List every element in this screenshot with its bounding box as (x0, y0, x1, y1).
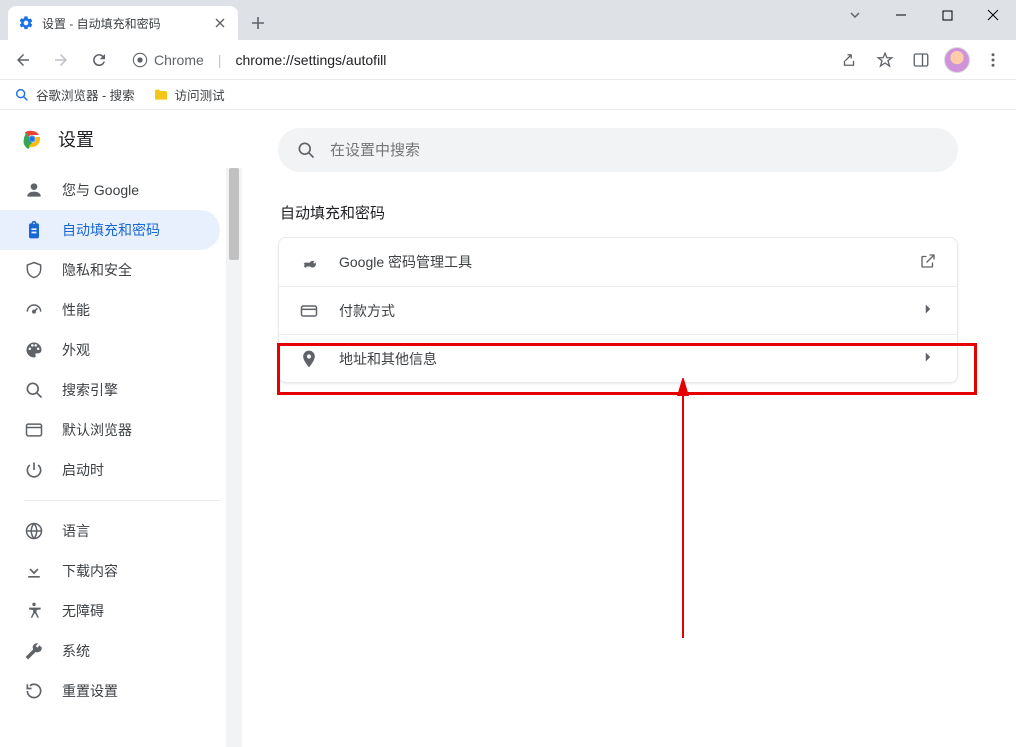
chrome-logo-icon (20, 127, 44, 151)
settings-search-input[interactable] (330, 142, 940, 159)
nav-item-privacy[interactable]: 隐私和安全 (0, 250, 220, 290)
settings-card: Google 密码管理工具付款方式地址和其他信息 (278, 237, 958, 383)
window-titlebar: 设置 - 自动填充和密码 (0, 0, 1016, 40)
settings-row-addresses[interactable]: 地址和其他信息 (279, 334, 957, 382)
row-label: 地址和其他信息 (339, 349, 899, 369)
palette-icon (24, 340, 44, 360)
maximize-button[interactable] (924, 0, 970, 30)
nav-separator (24, 500, 220, 501)
nav-label: 系统 (62, 641, 90, 661)
open-external-icon (919, 252, 937, 273)
chevron-right-icon (919, 348, 937, 369)
section-title: 自动填充和密码 (280, 202, 980, 223)
window-controls (832, 0, 1016, 40)
bookmark-folder[interactable]: 访问测试 (153, 85, 225, 104)
browser-icon (24, 420, 44, 440)
share-button[interactable] (832, 43, 866, 77)
nav-label: 启动时 (62, 460, 104, 480)
nav-item-autofill[interactable]: 自动填充和密码 (0, 210, 220, 250)
folder-icon (153, 87, 169, 103)
reload-button[interactable] (82, 43, 116, 77)
tab-close-icon[interactable] (212, 15, 228, 31)
menu-button[interactable] (976, 43, 1010, 77)
settings-nav: 您与 Google 自动填充和密码隐私和安全性能外观搜索引擎默认浏览器启动时语言下… (0, 166, 242, 711)
bookmark-label: 谷歌浏览器 - 搜索 (36, 85, 135, 104)
nav-item-downloads[interactable]: 下载内容 (0, 551, 220, 591)
shield-icon (24, 260, 44, 280)
nav-item-you-and-google[interactable]: 您与 Google (0, 170, 220, 210)
chevron-right-icon (919, 300, 937, 321)
nav-item-performance[interactable]: 性能 (0, 290, 220, 330)
settings-title: 设置 (58, 126, 94, 152)
url-host-label: Chrome (154, 52, 204, 68)
settings-search[interactable] (278, 128, 958, 172)
address-bar[interactable]: Chrome | chrome://settings/autofill (120, 45, 828, 75)
nav-label: 自动填充和密码 (62, 220, 160, 240)
nav-item-accessibility[interactable]: 无障碍 (0, 591, 220, 631)
person-icon (24, 180, 44, 200)
settings-row-password-manager[interactable]: Google 密码管理工具 (279, 238, 957, 286)
wrench-icon (24, 641, 44, 661)
nav-item-default-browser[interactable]: 默认浏览器 (0, 410, 220, 450)
nav-item-reset[interactable]: 重置设置 (0, 671, 220, 711)
sidebar-scrollbar[interactable] (226, 168, 242, 747)
nav-label: 隐私和安全 (62, 260, 132, 280)
browser-tab[interactable]: 设置 - 自动填充和密码 (8, 6, 238, 40)
settings-header: 设置 (0, 110, 242, 166)
tab-search-button[interactable] (832, 0, 878, 30)
nav-item-on-startup[interactable]: 启动时 (0, 450, 220, 490)
minimize-button[interactable] (878, 0, 924, 30)
row-label: Google 密码管理工具 (339, 252, 899, 272)
nav-label: 您与 Google (62, 180, 139, 200)
key-icon (299, 252, 319, 272)
download-icon (24, 561, 44, 581)
nav-label: 默认浏览器 (62, 420, 132, 440)
back-button[interactable] (6, 43, 40, 77)
bookmark-label: 访问测试 (175, 85, 225, 104)
settings-row-payments[interactable]: 付款方式 (279, 286, 957, 334)
nav-item-system[interactable]: 系统 (0, 631, 220, 671)
settings-gear-icon (18, 15, 34, 31)
speed-icon (24, 300, 44, 320)
browser-toolbar: Chrome | chrome://settings/autofill (0, 40, 1016, 80)
tab-strip: 设置 - 自动填充和密码 (0, 0, 272, 40)
search-icon (296, 140, 316, 160)
row-label: 付款方式 (339, 301, 899, 321)
reset-icon (24, 681, 44, 701)
search-icon (14, 87, 30, 103)
globe-icon (24, 521, 44, 541)
settings-sidebar: 设置 您与 Google 自动填充和密码隐私和安全性能外观搜索引擎默认浏览器启动时… (0, 110, 242, 747)
nav-item-search-engine[interactable]: 搜索引擎 (0, 370, 220, 410)
settings-main: 自动填充和密码 Google 密码管理工具付款方式地址和其他信息 (242, 110, 1016, 747)
bookmarks-bar: 谷歌浏览器 - 搜索 访问测试 (0, 80, 1016, 110)
url-text: chrome://settings/autofill (235, 52, 386, 68)
nav-label: 搜索引擎 (62, 380, 118, 400)
url-separator: | (218, 52, 222, 68)
bookmark-star-icon[interactable] (868, 43, 902, 77)
bookmark-item[interactable]: 谷歌浏览器 - 搜索 (14, 85, 135, 104)
nav-label: 外观 (62, 340, 90, 360)
site-info-icon[interactable]: Chrome (132, 52, 204, 68)
tab-title: 设置 - 自动填充和密码 (42, 15, 204, 32)
new-tab-button[interactable] (244, 9, 272, 37)
profile-avatar[interactable] (940, 43, 974, 77)
side-panel-icon[interactable] (904, 43, 938, 77)
nav-label: 语言 (62, 521, 90, 541)
card-icon (299, 301, 319, 321)
nav-label: 重置设置 (62, 681, 118, 701)
accessibility-icon (24, 601, 44, 621)
search-icon (24, 380, 44, 400)
pin-icon (299, 349, 319, 369)
close-window-button[interactable] (970, 0, 1016, 30)
nav-item-languages[interactable]: 语言 (0, 511, 220, 551)
nav-label: 无障碍 (62, 601, 104, 621)
nav-label: 下载内容 (62, 561, 118, 581)
power-icon (24, 460, 44, 480)
nav-item-appearance[interactable]: 外观 (0, 330, 220, 370)
nav-label: 性能 (62, 300, 90, 320)
forward-button[interactable] (44, 43, 78, 77)
settings-page: 设置 您与 Google自动填充和密码隐私和安全性能外观搜索引擎默认浏览器启动时… (0, 110, 1016, 747)
clipboard-icon (24, 220, 44, 240)
